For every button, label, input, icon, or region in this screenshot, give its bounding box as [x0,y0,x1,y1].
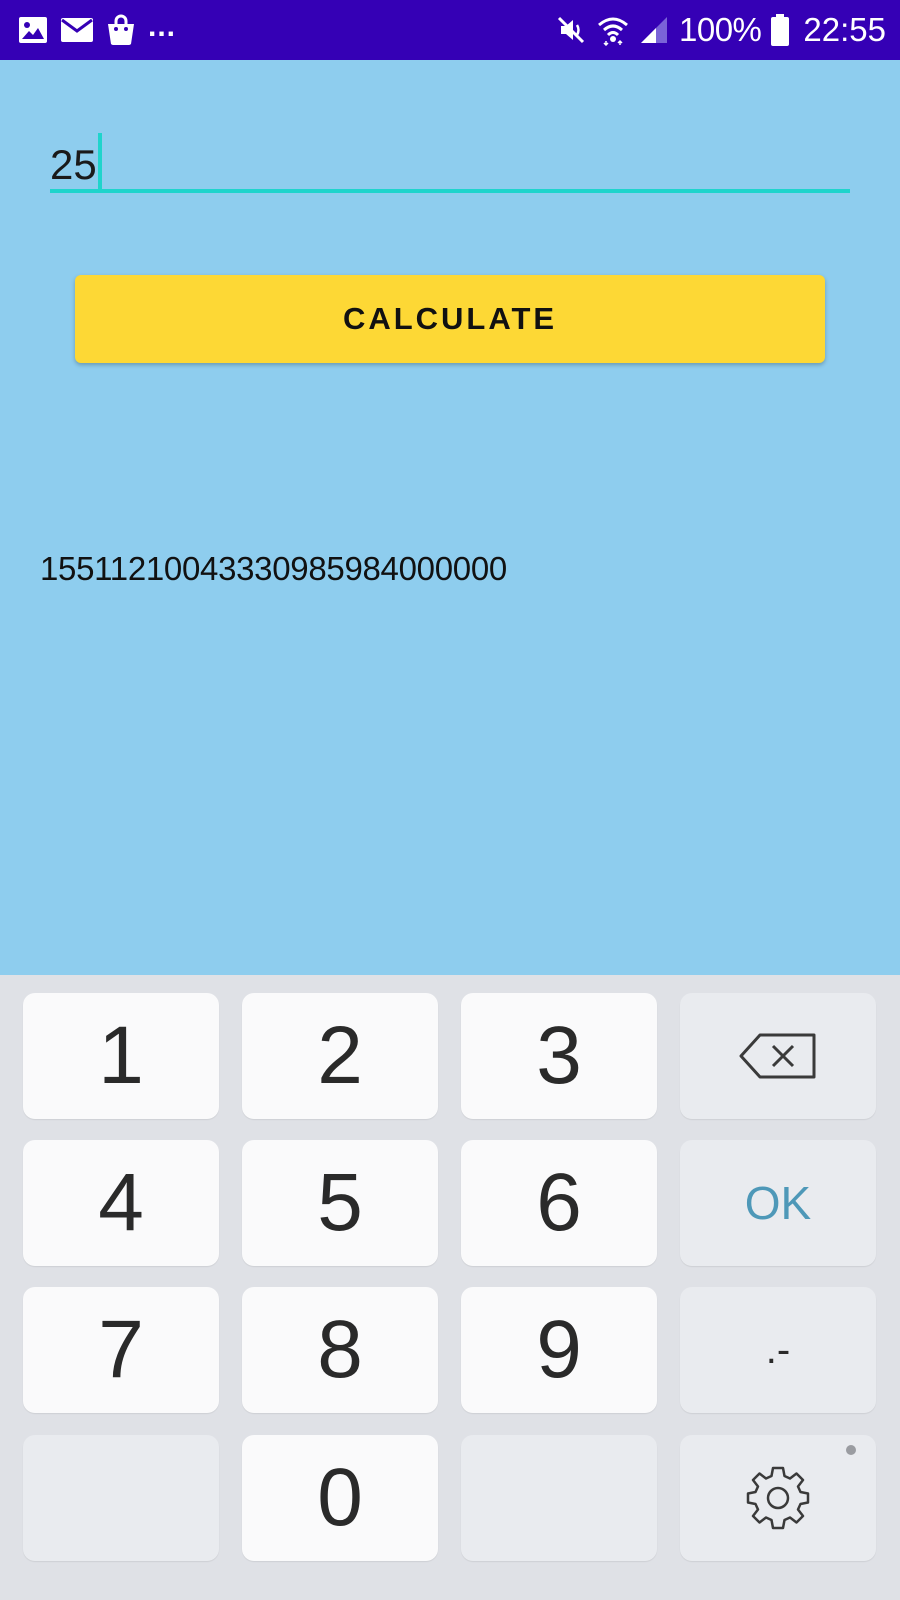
calculate-button[interactable]: CALCULATE [75,275,825,363]
key-3[interactable]: 3 [461,993,657,1119]
number-input[interactable]: 25 [50,127,850,193]
text-cursor [97,133,102,193]
image-icon [19,17,47,43]
more-notifications-indicator: ... [148,10,177,43]
key-6-label: 6 [536,1157,582,1248]
status-bar-notifications: ... [18,0,176,60]
settings-indicator-dot [846,1445,856,1455]
key-2-label: 2 [317,1010,363,1101]
key-1-label: 1 [98,1010,144,1101]
shopping-bag-icon [108,14,134,45]
key-8[interactable]: 8 [242,1287,438,1413]
status-bar-system: 100% 22:55 [555,0,886,60]
decimal-minus-key[interactable]: .- [680,1287,876,1413]
key-2[interactable]: 2 [242,993,438,1119]
mail-icon [61,18,93,42]
key-5[interactable]: 5 [242,1140,438,1266]
key-4[interactable]: 4 [23,1140,219,1266]
key-8-label: 8 [317,1304,363,1395]
battery-percentage: 100% [679,11,762,48]
ok-key-label: OK [744,1177,812,1229]
key-9[interactable]: 9 [461,1287,657,1413]
key-0-label: 0 [317,1452,363,1543]
number-input-value-wrapper: 25 [50,133,102,193]
numeric-keyboard: 1 2 3 4 5 6 OK 7 8 9 .- 0 [0,975,900,1600]
mute-icon [557,16,585,44]
number-input-value: 25 [50,141,97,188]
blank-key-left [23,1435,219,1561]
result-text: 15511210043330985984000000 [40,550,507,587]
clock: 22:55 [803,11,886,48]
backspace-key[interactable] [680,993,876,1119]
gear-icon [746,1466,810,1530]
key-6[interactable]: 6 [461,1140,657,1266]
backspace-icon [739,1033,816,1079]
decimal-minus-key-label: .- [765,1327,791,1372]
key-3-label: 3 [536,1010,582,1101]
status-bar: ... 100% 22:55 [0,0,900,60]
app-main: 25 CALCULATE 15511210043330985984000000 [0,60,900,975]
signal-icon [641,17,667,43]
key-7-label: 7 [98,1304,144,1395]
wifi-icon [598,17,628,46]
key-4-label: 4 [98,1157,144,1248]
key-7[interactable]: 7 [23,1287,219,1413]
key-1[interactable]: 1 [23,993,219,1119]
blank-key-right [461,1435,657,1561]
calculate-button-label: CALCULATE [342,301,558,336]
key-0[interactable]: 0 [242,1435,438,1561]
key-9-label: 9 [536,1304,582,1395]
settings-key[interactable] [680,1435,876,1561]
battery-icon [771,14,790,46]
key-5-label: 5 [317,1157,363,1248]
ok-key[interactable]: OK [680,1140,876,1266]
